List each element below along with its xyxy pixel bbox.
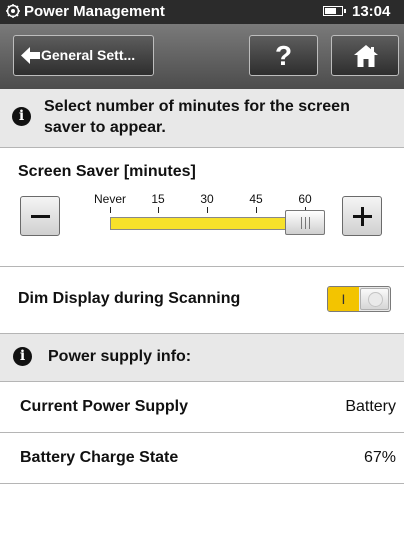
info-icon: i — [12, 107, 31, 126]
info-icon: i — [13, 347, 32, 366]
power-info-title: Power supply info: — [48, 348, 192, 365]
slider-thumb[interactable] — [285, 210, 325, 235]
screen-saver-section: Screen Saver [minutes] Never 15 30 45 60 — [0, 148, 404, 267]
info-row: Current Power Supply Battery — [0, 382, 404, 433]
home-button[interactable] — [331, 35, 399, 76]
info-row-label: Current Power Supply — [20, 398, 189, 415]
clock: 13:04 — [352, 3, 391, 20]
slider-tick — [207, 207, 208, 213]
info-row: Battery Charge State 67% — [0, 433, 404, 484]
slider-tick-label: Never — [93, 192, 127, 206]
info-banner: i Select number of minutes for the scree… — [0, 89, 404, 148]
status-bar: Power Management 13:04 — [0, 0, 404, 24]
power-info-header: i Power supply info: — [0, 334, 404, 382]
toggle-on-indicator: I — [328, 287, 359, 311]
gear-icon — [6, 4, 20, 18]
slider-tick — [110, 207, 111, 213]
dim-display-toggle[interactable]: I — [327, 286, 391, 312]
slider-tick-label: 30 — [200, 192, 214, 206]
back-button[interactable]: General Sett... — [13, 35, 154, 76]
back-button-label: General Sett... — [41, 47, 136, 63]
nav-bar: General Sett... ? — [0, 24, 404, 90]
info-message: Select number of minutes for the screen … — [44, 98, 350, 136]
info-row-value: 67% — [363, 449, 396, 466]
slider-tick-label: 15 — [151, 192, 165, 206]
slider-tick-label: 60 — [298, 192, 312, 206]
slider-tick — [256, 207, 257, 213]
info-row-label: Battery Charge State — [20, 449, 179, 466]
minus-icon — [31, 215, 50, 218]
dim-display-label: Dim Display during Scanning — [18, 290, 241, 307]
dim-display-row: Dim Display during Scanning I — [0, 267, 404, 334]
help-button[interactable]: ? — [249, 35, 318, 76]
decrease-button[interactable] — [20, 196, 60, 236]
increase-button[interactable] — [342, 196, 382, 236]
slider-tick-label: 45 — [249, 192, 263, 206]
back-arrow-icon — [21, 47, 40, 64]
screen-saver-label: Screen Saver [minutes] — [18, 163, 196, 180]
toggle-knob — [360, 288, 389, 310]
info-row-value: Battery — [345, 398, 396, 415]
home-icon — [354, 45, 378, 67]
slider-tick — [158, 207, 159, 213]
app-title: Power Management — [24, 3, 165, 20]
battery-icon — [323, 6, 346, 16]
